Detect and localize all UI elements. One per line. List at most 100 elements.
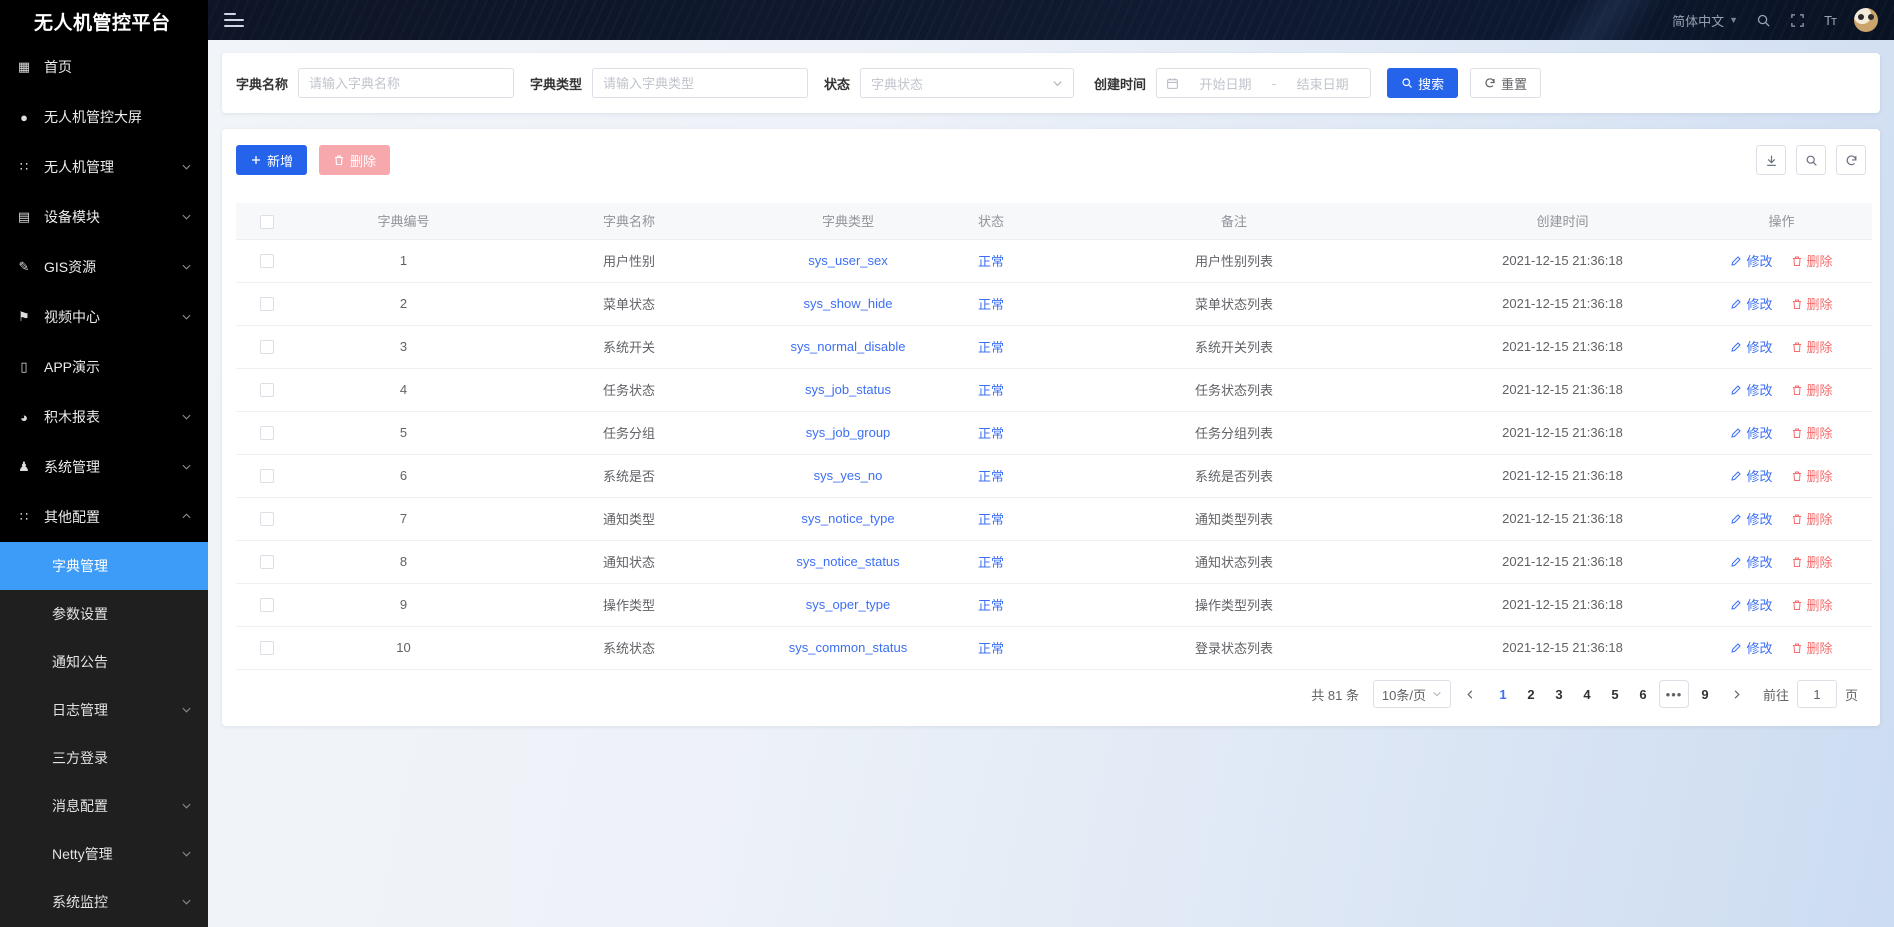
hamburger-icon[interactable]	[224, 13, 244, 27]
edit-link[interactable]: 修改	[1730, 337, 1773, 356]
delete-link[interactable]: 删除	[1791, 251, 1833, 270]
page-number-2[interactable]: 2	[1519, 680, 1543, 708]
edit-link[interactable]: 修改	[1730, 251, 1773, 270]
row-checkbox[interactable]	[259, 426, 274, 441]
prev-page-button[interactable]	[1459, 680, 1483, 708]
page-size-select[interactable]: 10条/页	[1372, 680, 1451, 708]
page-number-9[interactable]: 9	[1693, 680, 1717, 708]
sidebar-item-5[interactable]: ✎ GIS资源	[0, 242, 208, 292]
dict-type-link[interactable]: sys_job_status	[805, 382, 891, 397]
sidebar-item-3[interactable]: ∷ 无人机管理	[0, 142, 208, 192]
user-avatar[interactable]	[1854, 8, 1878, 32]
submenu-item-3[interactable]: 通知公告	[0, 638, 208, 686]
dict-type-link[interactable]: sys_notice_type	[801, 511, 894, 526]
table-header-row: 字典编号 字典名称 字典类型 状态 备注 创建时间 操作	[236, 203, 1872, 240]
cell-dict-id: 2	[399, 296, 408, 311]
row-checkbox[interactable]	[259, 641, 274, 656]
row-checkbox[interactable]	[259, 340, 274, 355]
col-created: 创建时间	[1434, 203, 1691, 240]
cell-dict-name: 系统是否	[602, 469, 655, 484]
goto-unit: 页	[1844, 687, 1858, 703]
page-number-5[interactable]: 5	[1603, 680, 1627, 708]
delete-button[interactable]: 删除	[319, 145, 391, 175]
submenu-item-5[interactable]: 三方登录	[0, 734, 208, 782]
page-number-6[interactable]: 6	[1631, 680, 1655, 708]
reset-button[interactable]: 重置	[1470, 68, 1542, 98]
dict-name-input[interactable]	[298, 68, 515, 98]
search-icon[interactable]	[1756, 12, 1772, 28]
edit-link[interactable]: 修改	[1730, 595, 1773, 614]
date-range-picker[interactable]: 开始日期 - 结束日期	[1156, 68, 1372, 98]
dict-type-link[interactable]: sys_user_sex	[808, 253, 887, 268]
edit-link[interactable]: 修改	[1730, 466, 1773, 485]
edit-link[interactable]: 修改	[1730, 638, 1773, 657]
delete-link[interactable]: 删除	[1791, 380, 1833, 399]
refresh-icon[interactable]	[1836, 145, 1866, 175]
edit-link[interactable]: 修改	[1730, 294, 1773, 313]
dict-type-input[interactable]	[592, 68, 809, 98]
submenu-item-8[interactable]: 系统监控	[0, 878, 208, 926]
dict-type-link[interactable]: sys_notice_status	[796, 554, 899, 569]
goto-page-input[interactable]	[1796, 680, 1837, 708]
delete-link[interactable]: 删除	[1791, 638, 1833, 657]
row-checkbox[interactable]	[259, 598, 274, 613]
row-checkbox[interactable]	[259, 383, 274, 398]
sidebar-item-7[interactable]: ▯ APP演示	[0, 342, 208, 392]
cell-remark: 系统开关列表	[1194, 340, 1273, 355]
dict-type-link[interactable]: sys_job_group	[806, 425, 891, 440]
col-remark: 备注	[1034, 203, 1434, 240]
page-number-4[interactable]: 4	[1575, 680, 1599, 708]
edit-link[interactable]: 修改	[1730, 380, 1773, 399]
sidebar-item-9[interactable]: ♟ 系统管理	[0, 442, 208, 492]
delete-link[interactable]: 删除	[1791, 595, 1833, 614]
delete-link[interactable]: 删除	[1791, 509, 1833, 528]
status-select[interactable]: 字典状态	[860, 68, 1075, 98]
fullscreen-icon[interactable]	[1790, 12, 1806, 28]
submenu-item-7[interactable]: Netty管理	[0, 830, 208, 878]
next-page-button[interactable]	[1725, 680, 1749, 708]
trash-icon	[1792, 514, 1801, 524]
dict-type-link[interactable]: sys_common_status	[789, 640, 908, 655]
trash-icon	[1792, 385, 1801, 395]
edit-link[interactable]: 修改	[1730, 423, 1773, 442]
font-size-icon[interactable]: Tт	[1824, 13, 1837, 28]
submenu-item-6[interactable]: 消息配置	[0, 782, 208, 830]
search-button[interactable]: 搜索	[1387, 68, 1459, 98]
page-ellipsis[interactable]: •••	[1658, 680, 1689, 708]
delete-link[interactable]: 删除	[1791, 294, 1833, 313]
sidebar-item-1[interactable]: ▦ 首页	[0, 42, 208, 92]
row-checkbox[interactable]	[259, 512, 274, 527]
delete-link[interactable]: 删除	[1791, 466, 1833, 485]
sidebar-item-8[interactable]: ◕ 积木报表	[0, 392, 208, 442]
row-checkbox[interactable]	[259, 555, 274, 570]
dict-type-link[interactable]: sys_oper_type	[806, 597, 891, 612]
sidebar-menu: ▦ 首页 ● 无人机管控大屏 ∷ 无人机管理 ▤ 设备模块 ✎ GIS资源 ⚑ 视频中心 ▯ APP演示 ◕…	[0, 42, 208, 542]
submenu-item-4[interactable]: 日志管理	[0, 686, 208, 734]
search-toggle-icon[interactable]	[1796, 145, 1826, 175]
row-checkbox[interactable]	[259, 469, 274, 484]
page-number-1[interactable]: 1	[1491, 680, 1515, 708]
edit-link[interactable]: 修改	[1730, 552, 1773, 571]
main-content: 字典名称 字典类型 状态 字典状态 创建时间 开始日期 - 结束日期 搜索 重置	[208, 40, 1894, 927]
sidebar-item-10[interactable]: ∷ 其他配置	[0, 492, 208, 542]
cell-created-time: 2021-12-15 21:36:18	[1502, 511, 1623, 526]
submenu-item-1[interactable]: 字典管理	[0, 542, 208, 590]
sidebar-item-6[interactable]: ⚑ 视频中心	[0, 292, 208, 342]
delete-link[interactable]: 删除	[1791, 552, 1833, 571]
edit-link[interactable]: 修改	[1730, 509, 1773, 528]
download-icon[interactable]	[1756, 145, 1786, 175]
sidebar-item-2[interactable]: ● 无人机管控大屏	[0, 92, 208, 142]
dict-type-link[interactable]: sys_yes_no	[814, 468, 883, 483]
language-select[interactable]: 简体中文 ▼	[1672, 11, 1738, 30]
submenu-item-2[interactable]: 参数设置	[0, 590, 208, 638]
delete-link[interactable]: 删除	[1791, 337, 1833, 356]
add-button[interactable]: 新增	[236, 145, 308, 175]
select-all-checkbox[interactable]	[259, 214, 274, 229]
dict-type-link[interactable]: sys_show_hide	[804, 296, 893, 311]
row-checkbox[interactable]	[259, 297, 274, 312]
row-checkbox[interactable]	[259, 254, 274, 269]
dict-type-link[interactable]: sys_normal_disable	[791, 339, 906, 354]
sidebar-item-4[interactable]: ▤ 设备模块	[0, 192, 208, 242]
page-number-3[interactable]: 3	[1547, 680, 1571, 708]
delete-link[interactable]: 删除	[1791, 423, 1833, 442]
